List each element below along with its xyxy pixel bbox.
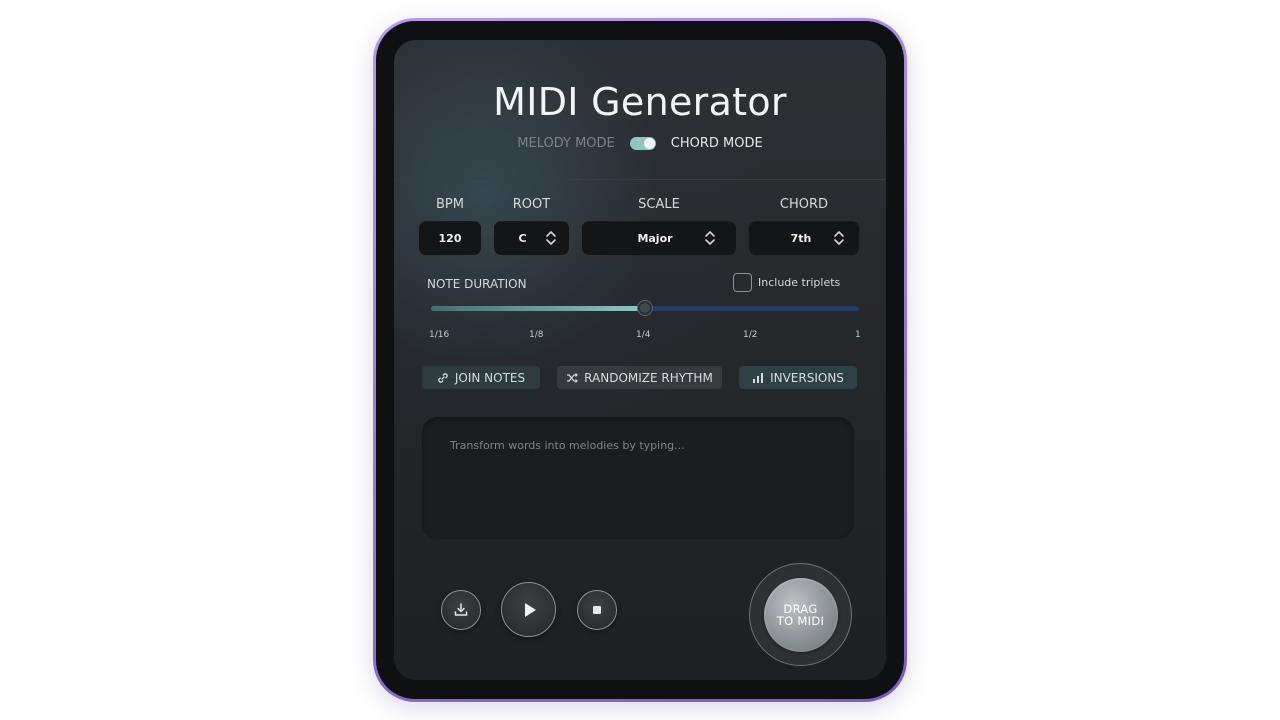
stop-button[interactable]: [577, 590, 617, 630]
root-value: C: [518, 231, 527, 245]
chevron-updown-icon: [705, 231, 715, 245]
bpm-value: 120: [438, 231, 462, 245]
download-icon: [454, 603, 468, 616]
drag-to-midi-line2: TO MIDI: [776, 613, 825, 628]
drag-to-midi-knob: DRAG TO MIDI: [763, 577, 838, 652]
inversions-label: INVERSIONS: [770, 370, 844, 385]
chord-mode-label[interactable]: CHORD MODE: [671, 136, 763, 151]
scale-label: SCALE: [638, 197, 680, 212]
chevron-updown-icon: [834, 231, 844, 245]
device-frame: MIDI Generator MELODY MODE CHORD MODE BP…: [373, 18, 907, 702]
include-triplets-label: Include triplets: [758, 276, 841, 289]
note-duration-label: NOTE DURATION: [427, 277, 527, 291]
chevron-updown-icon: [546, 231, 556, 245]
mode-toggle-knob: [643, 138, 655, 149]
download-button[interactable]: [441, 590, 481, 630]
melody-mode-label[interactable]: MELODY MODE: [517, 136, 615, 151]
root-select[interactable]: C: [494, 221, 569, 255]
note-duration-slider-fill: [431, 306, 645, 311]
app-title: MIDI Generator: [493, 80, 787, 124]
shuffle-icon: [567, 372, 579, 383]
include-triplets-checkbox[interactable]: [733, 273, 752, 292]
drag-to-midi-line1: DRAG: [783, 601, 818, 616]
note-duration-tick: 1/2: [743, 330, 758, 340]
note-duration-tick: 1/4: [636, 330, 651, 340]
inversions-button[interactable]: INVERSIONS: [739, 366, 857, 389]
mode-toggle[interactable]: [629, 137, 656, 150]
device-bezel: MIDI Generator MELODY MODE CHORD MODE BP…: [376, 21, 904, 699]
note-duration-tick: 1/16: [429, 330, 450, 340]
mode-switch-row: MELODY MODE CHORD MODE: [394, 136, 886, 151]
chord-select[interactable]: 7th: [749, 221, 859, 255]
join-notes-button[interactable]: JOIN NOTES: [422, 366, 540, 389]
chord-value: 7th: [790, 231, 812, 245]
drag-to-midi-button[interactable]: DRAG TO MIDI: [749, 563, 852, 666]
play-button[interactable]: [501, 582, 556, 637]
note-duration-tick: 1/8: [529, 330, 544, 340]
root-label: ROOT: [512, 197, 551, 212]
bar-chart-icon: [753, 372, 764, 383]
stop-icon: [593, 606, 601, 614]
header-divider: [394, 179, 886, 180]
join-notes-label: JOIN NOTES: [454, 370, 526, 385]
scale-select[interactable]: Major: [582, 221, 736, 255]
link-icon: [438, 372, 448, 383]
bpm-label: BPM: [436, 197, 464, 212]
play-icon: [524, 602, 536, 617]
randomize-rhythm-button[interactable]: RANDOMIZE RHYTHM: [557, 366, 722, 389]
scale-value: Major: [637, 231, 673, 245]
chord-label: CHORD: [779, 197, 829, 212]
randomize-rhythm-label: RANDOMIZE RHYTHM: [584, 370, 713, 385]
note-duration-tick: 1: [855, 330, 861, 340]
note-duration-slider-thumb[interactable]: [638, 301, 652, 315]
melody-text-input[interactable]: [422, 417, 854, 539]
app-screen: MIDI Generator MELODY MODE CHORD MODE BP…: [394, 40, 886, 680]
bpm-input[interactable]: 120: [419, 221, 481, 255]
include-triplets-option[interactable]: Include triplets: [733, 273, 840, 292]
